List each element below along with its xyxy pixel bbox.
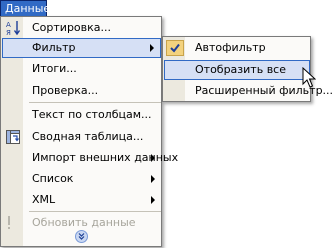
menu-item-pivot-table[interactable]: Сводная таблица... (2, 127, 161, 147)
menu-item-filter-label: Фильтр (32, 41, 76, 54)
data-menu: А Я Сортировка... Фильтр Итоги... Провер… (0, 16, 178, 247)
menu-item-refresh-data-label: Обновить данные (32, 216, 136, 229)
submenu-arrow-icon (150, 44, 154, 52)
menu-item-subtotals[interactable]: Итоги... (2, 59, 161, 79)
expand-menu-chevron-icon[interactable] (75, 230, 88, 243)
menu-item-subtotals-label: Итоги... (32, 62, 77, 75)
submenu-item-advanced-filter[interactable]: Расширенный фильтр... (164, 81, 333, 101)
submenu-item-autofilter-label: Автофильтр (195, 41, 266, 54)
refresh-data-icon (8, 216, 10, 229)
menu-item-validation[interactable]: Проверка... (2, 81, 161, 101)
menu-item-pivot-table-label: Сводная таблица... (32, 130, 144, 143)
menu-item-text-to-columns-label: Текст по столбцам... (32, 108, 152, 121)
menu-item-sort[interactable]: А Я Сортировка... (2, 18, 161, 38)
menu-separator (29, 102, 161, 103)
submenu-item-show-all-label: Отобразить все (195, 63, 286, 76)
filter-submenu: Автофильтр Отобразить все Расширенный фи… (162, 36, 333, 102)
mouse-pointer-icon (302, 67, 316, 88)
svg-text:А: А (6, 21, 11, 29)
menu-item-filter[interactable]: Фильтр (2, 38, 161, 58)
submenu-item-show-all[interactable]: Отобразить все (164, 60, 310, 80)
pivot-table-icon (6, 130, 20, 144)
submenu-item-autofilter[interactable]: Автофильтр (164, 38, 310, 58)
menu-item-validation-label: Проверка... (32, 84, 99, 97)
menu-item-import-external-data-label: Импорт внешних данных (32, 151, 179, 164)
svg-text:Я: Я (6, 29, 11, 36)
menu-item-sort-label: Сортировка... (32, 21, 112, 34)
submenu-arrow-icon (151, 196, 155, 204)
menu-item-list-label: Список (32, 172, 74, 185)
submenu-arrow-icon (151, 175, 155, 183)
checked-state-box (166, 40, 184, 56)
checkmark-icon (170, 43, 180, 53)
menu-item-import-external-data[interactable]: Импорт внешних данных (2, 148, 178, 168)
menu-separator (29, 211, 161, 212)
menubar-data[interactable]: Данные (0, 0, 50, 17)
menu-item-xml[interactable]: XML (2, 190, 161, 210)
menu-item-xml-label: XML (32, 193, 56, 206)
menu-item-list[interactable]: Список (2, 169, 161, 189)
sort-az-icon: А Я (6, 21, 21, 36)
submenu-arrow-icon (151, 154, 155, 162)
menu-item-text-to-columns[interactable]: Текст по столбцам... (2, 105, 161, 125)
